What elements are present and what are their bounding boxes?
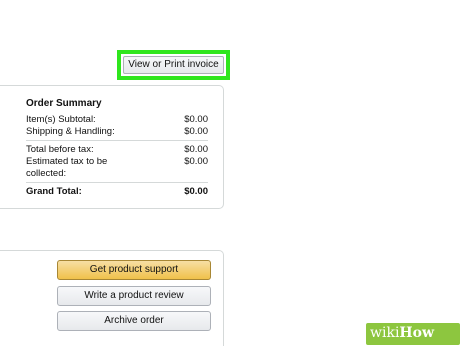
write-product-review-button[interactable]: Write a product review — [57, 286, 211, 306]
total-before-tax-label: Total before tax: — [26, 144, 94, 155]
summary-divider — [26, 182, 208, 183]
shipping-label: Shipping & Handling: — [26, 126, 115, 137]
grand-total-value: $0.00 — [184, 186, 208, 197]
wikihow-logo-text: wikiHow — [370, 325, 435, 341]
view-print-invoice-button[interactable]: View or Print invoice — [123, 56, 224, 74]
shipping-value: $0.00 — [184, 126, 208, 137]
order-summary-panel: Order Summary Item(s) Subtotal: $0.00 Sh… — [0, 85, 224, 209]
total-before-tax-value: $0.00 — [184, 144, 208, 155]
summary-divider — [26, 140, 208, 141]
subtotal-value: $0.00 — [184, 114, 208, 125]
order-summary-title: Order Summary — [26, 98, 102, 109]
wikihow-watermark: wikiHow — [366, 323, 460, 345]
grand-total-label: Grand Total: — [26, 186, 82, 197]
subtotal-label: Item(s) Subtotal: — [26, 114, 96, 125]
archive-order-button[interactable]: Archive order — [57, 311, 211, 331]
estimated-tax-label: Estimated tax to be collected: — [26, 156, 108, 179]
estimated-tax-value: $0.00 — [184, 156, 208, 167]
invoice-highlight: View or Print invoice — [117, 50, 230, 80]
get-product-support-button[interactable]: Get product support — [57, 260, 211, 280]
